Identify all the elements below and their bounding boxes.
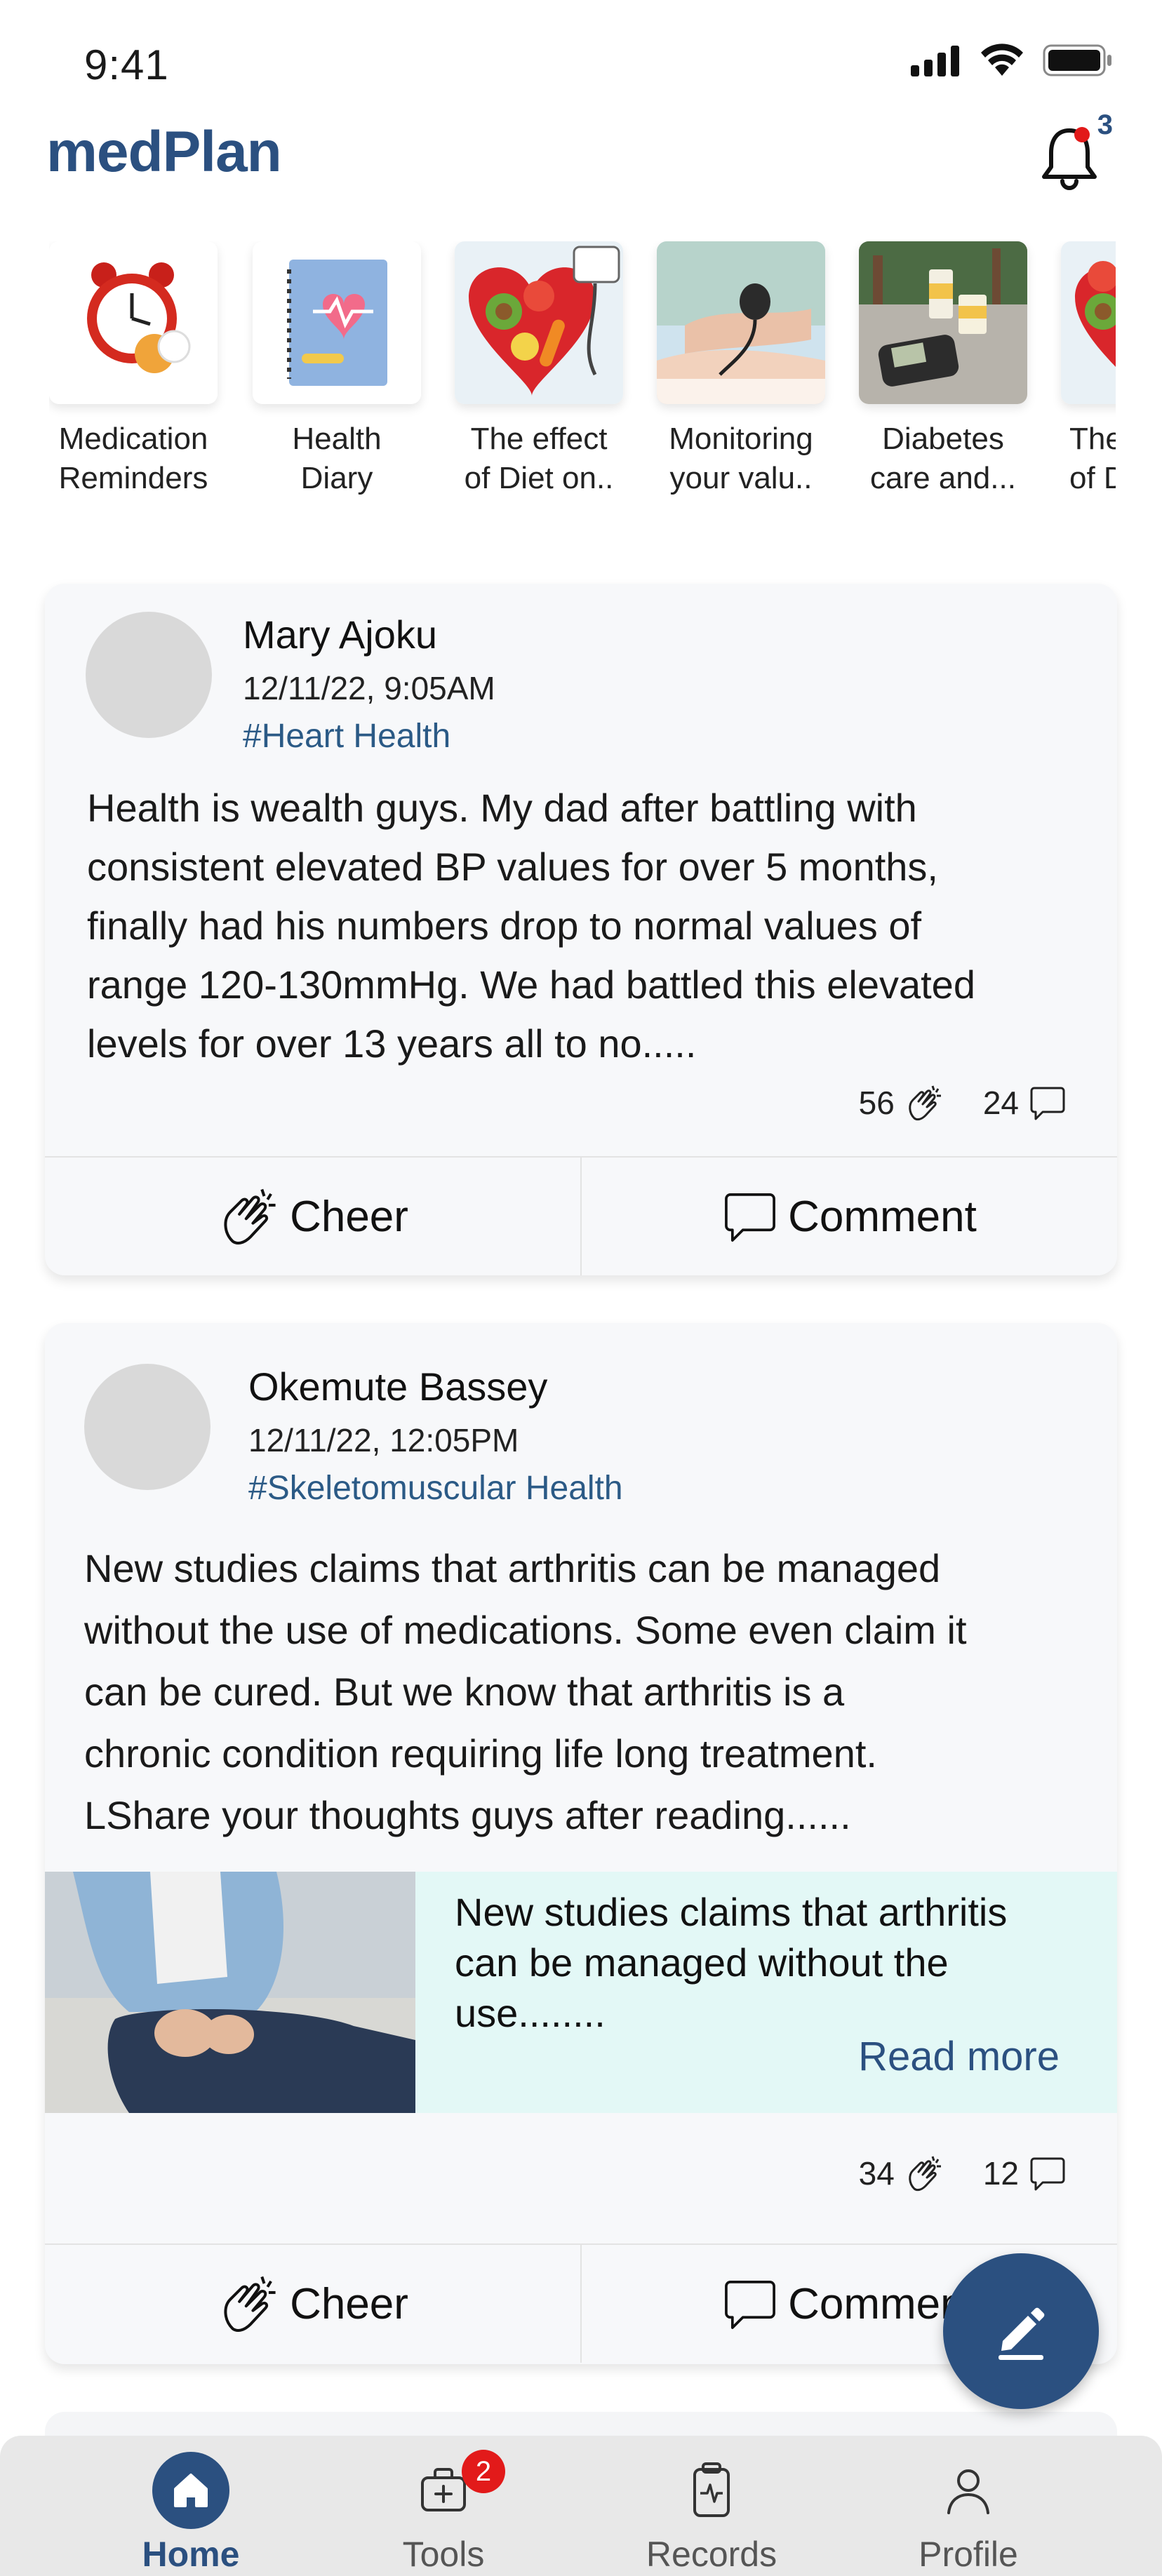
story-label: Medication Reminders bbox=[58, 422, 208, 495]
cheer-label: Cheer bbox=[290, 1192, 408, 1241]
app-header: medPlan 3 bbox=[0, 105, 1162, 203]
clap-icon bbox=[909, 1085, 941, 1121]
story-thumbnail bbox=[49, 241, 218, 404]
comment-icon bbox=[725, 1193, 776, 1242]
post-tag[interactable]: #Heart Health bbox=[243, 717, 450, 756]
story-label: Monitoring your valu.. bbox=[669, 422, 813, 495]
topic-carousel: Medication Reminders Health Diary The ef… bbox=[49, 241, 1116, 501]
clap-icon bbox=[224, 2276, 276, 2332]
avatar[interactable] bbox=[86, 612, 212, 738]
link-preview[interactable]: New studies claims that arthritis can be… bbox=[45, 1872, 1117, 2113]
story-thumbnail bbox=[253, 241, 421, 404]
story-medication-reminders[interactable]: Medication Reminders bbox=[49, 241, 218, 498]
comment-icon bbox=[1030, 2157, 1065, 2191]
post-stats: 34 12 bbox=[859, 2154, 1067, 2193]
cheer-button[interactable]: Cheer bbox=[45, 1158, 580, 1275]
home-icon bbox=[174, 2474, 208, 2507]
post-card: Okemute Bassey 12/11/22, 12:05PM #Skelet… bbox=[45, 1323, 1117, 2364]
nav-label: Records bbox=[646, 2535, 777, 2574]
post-text: Health is wealth guys. My dad after batt… bbox=[87, 786, 975, 1066]
bottom-navigation: Home 2 Tools Records Profile bbox=[0, 2436, 1162, 2576]
preview-image bbox=[45, 1872, 415, 2113]
nav-tools[interactable]: 2 Tools bbox=[338, 2436, 549, 2576]
comment-count: 24 bbox=[982, 1085, 1019, 1121]
food-heart-icon bbox=[455, 241, 623, 404]
story-health-diary[interactable]: Health Diary bbox=[253, 241, 421, 498]
read-more-link[interactable]: Read more bbox=[858, 2033, 1060, 2080]
bell-icon bbox=[1042, 127, 1097, 190]
pencil-icon bbox=[999, 2307, 1045, 2360]
status-icons bbox=[911, 43, 1113, 77]
alarm-clock-icon bbox=[49, 241, 218, 404]
clap-icon bbox=[909, 2156, 941, 2192]
nav-label: Profile bbox=[919, 2535, 1018, 2574]
story-label: Health Diary bbox=[292, 422, 382, 495]
clipboard-pulse-icon bbox=[693, 2462, 730, 2517]
home-icon-wrap bbox=[152, 2451, 230, 2530]
compose-post-button[interactable] bbox=[943, 2253, 1099, 2409]
signal-icon bbox=[911, 46, 959, 76]
comment-button[interactable]: Comment bbox=[580, 1158, 1117, 1275]
knee-pain-photo bbox=[45, 1872, 415, 2113]
post-author[interactable]: Mary Ajoku bbox=[243, 612, 437, 657]
post-stats: 56 24 bbox=[859, 1083, 1067, 1122]
cheer-count: 56 bbox=[858, 1085, 895, 1121]
post-text: New studies claims that arthritis can be… bbox=[84, 1546, 967, 1837]
story-label: The effect of Diet on.. bbox=[464, 422, 614, 495]
comment-icon bbox=[1030, 1087, 1065, 1120]
blood-pressure-icon bbox=[657, 241, 825, 404]
avatar[interactable] bbox=[84, 1364, 211, 1490]
nav-profile[interactable]: Profile bbox=[863, 2436, 1074, 2576]
comment-icon bbox=[725, 2281, 776, 2329]
user-icon bbox=[947, 2469, 989, 2514]
nav-label: Home bbox=[142, 2535, 240, 2574]
preview-text: New studies claims that arthritis can be… bbox=[455, 1890, 1008, 2035]
comment-count: 12 bbox=[982, 2155, 1019, 2192]
status-bar: 9:41 bbox=[0, 0, 1162, 105]
post-card: Mary Ajoku 12/11/22, 9:05AM #Heart Healt… bbox=[45, 584, 1117, 1275]
nav-label: Tools bbox=[402, 2535, 485, 2574]
notification-count: 3 bbox=[1097, 109, 1113, 140]
glucose-meter-icon bbox=[859, 241, 1027, 404]
food-heart-icon bbox=[1061, 241, 1116, 404]
cheer-label: Cheer bbox=[290, 2279, 408, 2328]
story-thumbnail bbox=[859, 241, 1027, 404]
comment-label: Comment bbox=[788, 1192, 977, 1241]
story-diabetes-care[interactable]: Diabetes care and... bbox=[859, 241, 1027, 498]
preview-body: New studies claims that arthritis can be… bbox=[415, 1872, 1117, 2113]
cheer-button[interactable]: Cheer bbox=[45, 2245, 580, 2363]
diary-book-icon bbox=[253, 241, 421, 404]
clap-icon bbox=[224, 1188, 276, 1245]
story-thumbnail bbox=[455, 241, 623, 404]
nav-records[interactable]: Records bbox=[606, 2436, 817, 2576]
story-partial[interactable]: The of D bbox=[1061, 241, 1116, 498]
story-thumbnail bbox=[657, 241, 825, 404]
tools-badge: 2 bbox=[462, 2450, 505, 2493]
story-label: The of D bbox=[1069, 422, 1116, 495]
post-tag[interactable]: #Skeletomuscular Health bbox=[248, 1469, 623, 1508]
profile-icon-wrap bbox=[929, 2451, 1008, 2530]
records-icon-wrap bbox=[672, 2451, 751, 2530]
nav-home[interactable]: Home bbox=[86, 2436, 296, 2576]
cheer-count: 34 bbox=[858, 2155, 895, 2192]
story-label: Diabetes care and... bbox=[870, 422, 1016, 495]
app-logo: medPlan bbox=[46, 120, 282, 184]
story-thumbnail bbox=[1061, 241, 1116, 404]
post-date: 12/11/22, 9:05AM bbox=[243, 670, 495, 706]
wifi-icon bbox=[981, 43, 1023, 76]
post-actions: Cheer Comment bbox=[45, 1156, 1117, 1275]
post-date: 12/11/22, 12:05PM bbox=[248, 1422, 519, 1458]
battery-icon bbox=[1043, 44, 1111, 76]
story-monitoring-values[interactable]: Monitoring your valu.. bbox=[657, 241, 825, 498]
story-diet-effect[interactable]: The effect of Diet on.. bbox=[455, 241, 623, 498]
status-time: 9:41 bbox=[84, 41, 169, 88]
post-author[interactable]: Okemute Bassey bbox=[248, 1364, 547, 1409]
